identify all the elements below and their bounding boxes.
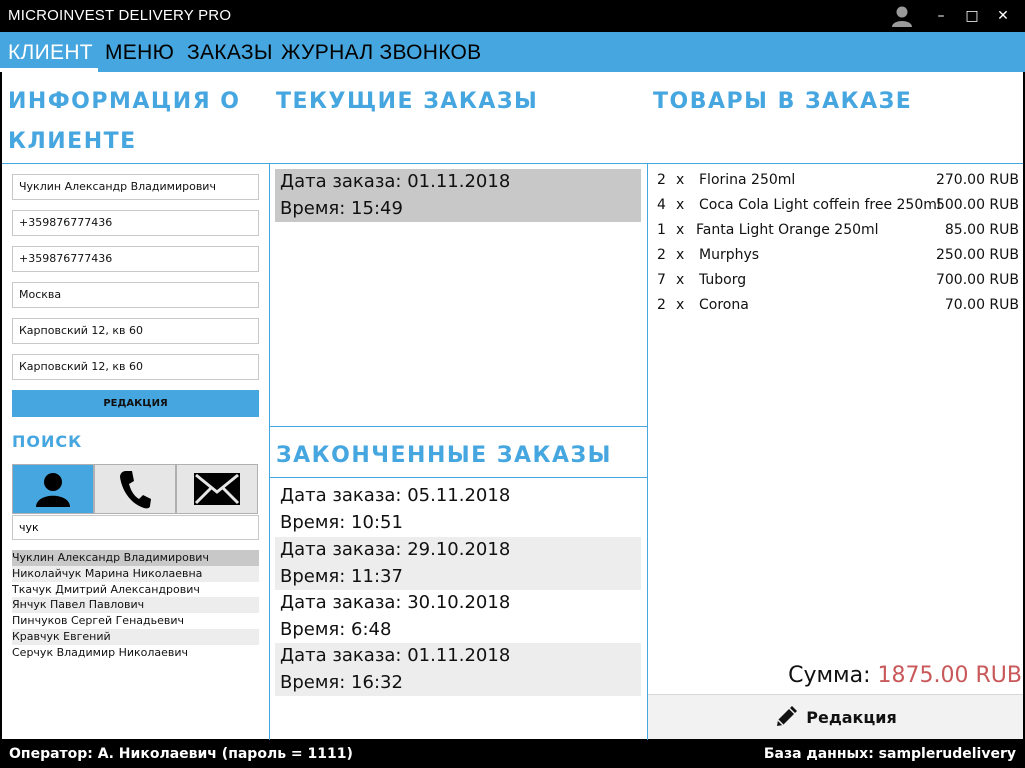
order-date: Дата заказа: 30.10.2018 bbox=[280, 592, 511, 613]
item-name: Corona bbox=[699, 297, 749, 313]
edit-client-button[interactable]: РЕДАКЦИЯ bbox=[12, 390, 259, 417]
item-times: x bbox=[676, 172, 685, 188]
item-times: x bbox=[676, 197, 685, 213]
database-status: База данных: samplerudelivery bbox=[763, 746, 1016, 762]
order-item-row[interactable]: 4 x Coca Cola Light coffein free 250ml 5… bbox=[657, 193, 1019, 218]
item-price: 85.00 RUB bbox=[944, 222, 1019, 238]
item-name: Tuborg bbox=[699, 272, 747, 288]
search-result-row[interactable]: Пинчуков Сергей Генадьевич bbox=[12, 613, 259, 629]
order-time: Время: 16:32 bbox=[280, 671, 403, 693]
order-date: Дата заказа: 01.11.2018 bbox=[280, 171, 511, 192]
client-phone2-field[interactable]: +359876777436 bbox=[12, 246, 259, 272]
finished-order-card[interactable]: Дата заказа: 01.11.2018 Время: 16:32 bbox=[275, 643, 641, 696]
order-items-title: ТОВАРЫ В ЗАКАЗЕ bbox=[653, 89, 913, 114]
finished-order-card[interactable]: Дата заказа: 29.10.2018 Время: 11:37 bbox=[275, 537, 641, 590]
order-item-row[interactable]: 2 x Florina 250ml 270.00 RUB bbox=[657, 168, 1019, 193]
left-column-divider bbox=[269, 163, 270, 740]
search-result-row[interactable]: Кравчук Евгений bbox=[12, 629, 259, 645]
finished-order-card[interactable]: Дата заказа: 30.10.2018 Время: 6:48 bbox=[275, 590, 641, 643]
pencil-icon bbox=[777, 706, 798, 726]
item-qty: 7 bbox=[657, 272, 666, 288]
search-title: ПОИСК bbox=[12, 432, 83, 451]
operator-status: Оператор: А. Николаевич (пароль = 1111) bbox=[9, 746, 353, 762]
order-item-row[interactable]: 1 x Fanta Light Orange 250ml 85.00 RUB bbox=[657, 218, 1019, 243]
item-qty: 1 bbox=[657, 222, 666, 238]
item-price: 700.00 RUB bbox=[935, 272, 1019, 288]
item-qty: 4 bbox=[657, 197, 666, 213]
item-times: x bbox=[676, 272, 685, 288]
item-price: 250.00 RUB bbox=[935, 247, 1019, 263]
order-date: Дата заказа: 01.11.2018 bbox=[280, 645, 511, 666]
client-info-title: ИНФОРМАЦИЯ О КЛИЕНТЕ bbox=[8, 82, 241, 162]
item-price: 70.00 RUB bbox=[944, 297, 1019, 313]
maximize-button[interactable]: □ bbox=[959, 4, 985, 28]
item-price: 270.00 RUB bbox=[935, 172, 1019, 188]
item-qty: 2 bbox=[657, 297, 666, 313]
search-result-row[interactable]: Николайчук Марина Николаевна bbox=[12, 566, 259, 582]
finished-order-card[interactable]: Дата заказа: 05.11.2018 Время: 10:51 bbox=[275, 483, 641, 536]
search-input[interactable]: чук bbox=[12, 515, 259, 540]
order-item-row[interactable]: 7 x Tuborg 700.00 RUB bbox=[657, 268, 1019, 293]
header-divider bbox=[2, 163, 1023, 164]
client-name-field[interactable]: Чуклин Александр Владимирович bbox=[12, 174, 259, 200]
order-item-row[interactable]: 2 x Corona 70.00 RUB bbox=[657, 293, 1019, 318]
edit-order-button[interactable]: Редакция bbox=[648, 694, 1023, 739]
menu-client[interactable]: КЛИЕНТ bbox=[8, 41, 93, 65]
total-label: Сумма: bbox=[788, 663, 871, 688]
order-time: Время: 11:37 bbox=[280, 565, 403, 587]
edit-order-label: Редакция bbox=[806, 707, 897, 727]
search-result-row[interactable]: Янчук Павел Павлович bbox=[12, 597, 259, 613]
current-orders-title: ТЕКУЩИЕ ЗАКАЗЫ bbox=[276, 89, 539, 114]
client-info-title-line2: КЛИЕНТЕ bbox=[8, 129, 137, 154]
order-item-row[interactable]: 2 x Murphys 250.00 RUB bbox=[657, 243, 1019, 268]
item-name: Fanta Light Orange 250ml bbox=[696, 222, 879, 238]
person-icon bbox=[36, 473, 70, 507]
search-result-row[interactable]: Серчук Владимир Николаевич bbox=[12, 645, 259, 661]
item-times: x bbox=[676, 222, 685, 238]
client-info-title-line1: ИНФОРМАЦИЯ О bbox=[8, 89, 241, 114]
total-value: 1875.00 RUB bbox=[877, 663, 1022, 688]
phone-icon bbox=[120, 471, 151, 509]
item-qty: 2 bbox=[657, 247, 666, 263]
item-times: x bbox=[676, 297, 685, 313]
search-result-row[interactable]: Чуклин Александр Владимирович bbox=[12, 550, 259, 566]
client-address-field[interactable]: Карповский 12, кв 60 bbox=[12, 318, 259, 344]
item-times: x bbox=[676, 247, 685, 263]
item-price: 500.00 RUB bbox=[935, 197, 1019, 213]
client-city-field[interactable]: Москва bbox=[12, 282, 259, 308]
main-menu: КЛИЕНТ МЕНЮ ЗАКАЗЫ ЖУРНАЛ ЗВОНКОВ bbox=[0, 32, 1025, 72]
app-title: MICROINVEST DELIVERY PRO bbox=[8, 7, 232, 24]
user-icon[interactable] bbox=[891, 5, 913, 27]
search-by-name-tab[interactable] bbox=[12, 464, 94, 514]
finished-orders-title: ЗАКОНЧЕННЫЕ ЗАКАЗЫ bbox=[276, 443, 612, 468]
finished-orders-divider bbox=[269, 477, 647, 478]
client-address2-field[interactable]: Карповский 12, кв 60 bbox=[12, 354, 259, 380]
order-total: Сумма: 1875.00 RUB bbox=[788, 663, 1022, 688]
search-by-email-tab[interactable] bbox=[176, 464, 258, 514]
menu-orders[interactable]: ЗАКАЗЫ bbox=[187, 41, 273, 65]
search-result-row[interactable]: Ткачук Дмитрий Александрович bbox=[12, 582, 259, 598]
title-bar: MICROINVEST DELIVERY PRO – □ ✕ bbox=[0, 0, 1025, 32]
orders-split-divider bbox=[269, 426, 647, 427]
order-time: Время: 10:51 bbox=[280, 511, 403, 533]
order-time: Время: 15:49 bbox=[280, 197, 403, 219]
close-button[interactable]: ✕ bbox=[990, 4, 1016, 28]
menu-call-log[interactable]: ЖУРНАЛ ЗВОНКОВ bbox=[281, 41, 481, 65]
order-date: Дата заказа: 29.10.2018 bbox=[280, 539, 511, 560]
item-qty: 2 bbox=[657, 172, 666, 188]
menu-menu[interactable]: МЕНЮ bbox=[105, 41, 174, 65]
order-date: Дата заказа: 05.11.2018 bbox=[280, 485, 511, 506]
minimize-button[interactable]: – bbox=[928, 4, 954, 28]
client-phone-field[interactable]: +359876777436 bbox=[12, 210, 259, 236]
current-order-card[interactable]: Дата заказа: 01.11.2018 Время: 15:49 bbox=[275, 169, 641, 222]
order-time: Время: 6:48 bbox=[280, 618, 392, 640]
right-column-divider bbox=[647, 163, 648, 740]
item-name: Coca Cola Light coffein free 250ml bbox=[699, 197, 941, 213]
item-name: Florina 250ml bbox=[699, 172, 796, 188]
item-name: Murphys bbox=[699, 247, 760, 263]
status-bar: Оператор: А. Николаевич (пароль = 1111) … bbox=[0, 740, 1025, 768]
mail-icon bbox=[194, 473, 240, 505]
search-by-phone-tab[interactable] bbox=[94, 464, 176, 514]
